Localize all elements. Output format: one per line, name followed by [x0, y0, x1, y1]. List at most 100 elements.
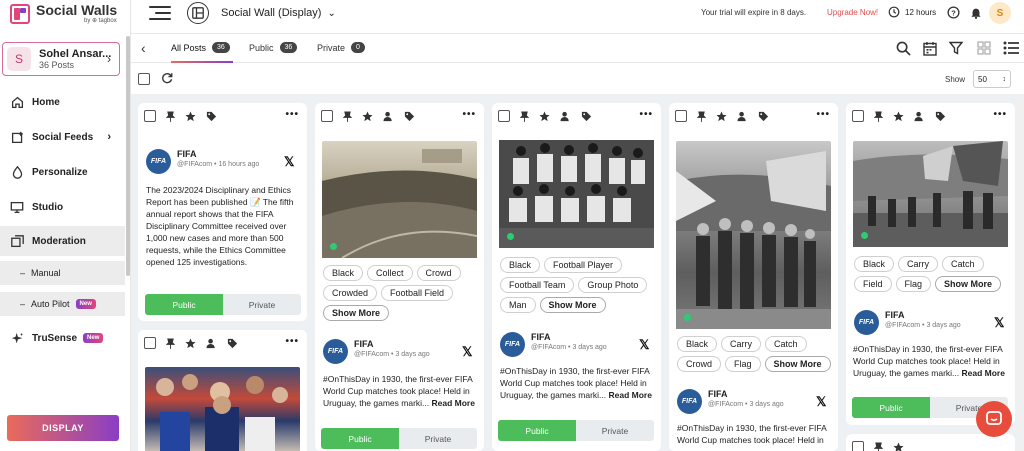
account-switcher[interactable]: S Sohel Ansar... 36 Posts › — [2, 42, 120, 76]
tag-chip[interactable]: Crowded — [323, 285, 378, 301]
tag-chip[interactable]: Catch — [942, 256, 984, 272]
post-image-crowd-celebration[interactable] — [145, 367, 300, 451]
star-icon[interactable] — [185, 337, 196, 349]
private-button[interactable]: Private — [576, 420, 654, 441]
tag-chip[interactable]: Flag — [725, 356, 761, 372]
post-card[interactable]: ••• Black Carry Catch Crowd Flag Show Mo… — [669, 103, 838, 451]
select-all-checkbox[interactable] — [138, 73, 150, 85]
post-image-stadium[interactable] — [322, 141, 477, 258]
filter-icon[interactable] — [948, 41, 964, 58]
sidebar-item-trusense[interactable]: TruSense New — [0, 323, 125, 353]
sidebar-scrollbar[interactable] — [126, 36, 130, 276]
post-card[interactable]: ••• Black Carry Catch Field Flag Show Mo… — [846, 103, 1015, 425]
tag-icon[interactable] — [206, 111, 217, 122]
post-checkbox[interactable] — [144, 337, 156, 349]
pin-icon[interactable] — [874, 111, 883, 122]
search-icon[interactable] — [896, 41, 911, 59]
public-button[interactable]: Public — [852, 397, 930, 418]
star-icon[interactable] — [539, 110, 550, 122]
tag-chip[interactable]: Flag — [895, 276, 932, 292]
brand-logo[interactable]: Social Walls by ⊕ tagbox — [10, 3, 117, 24]
refresh-icon[interactable] — [161, 72, 173, 87]
star-icon[interactable] — [893, 441, 904, 451]
tag-chip[interactable]: Collect — [367, 265, 413, 281]
tag-chip[interactable]: Crowd — [677, 356, 722, 372]
post-card[interactable]: ••• FIFA FIFA @FIFAcom • 16 hours ago 𝕏 … — [138, 103, 307, 321]
tag-icon[interactable] — [581, 111, 592, 122]
more-options-icon[interactable]: ••• — [639, 109, 653, 120]
grid-view-icon[interactable] — [977, 41, 991, 58]
post-image-flag-bearers[interactable] — [853, 141, 1008, 247]
user-tag-icon[interactable] — [560, 111, 571, 122]
post-card[interactable]: ••• Black Collect Crowd Crowded Football… — [315, 103, 484, 451]
post-card[interactable]: ••• Black Football Player Football Team — [492, 103, 661, 451]
sidebar-subitem-manual[interactable]: – Manual — [0, 261, 125, 285]
tag-chip[interactable]: Carry — [721, 336, 762, 352]
post-card[interactable]: ••• — [138, 330, 307, 451]
post-image-team-photo[interactable] — [499, 140, 654, 248]
post-checkbox[interactable] — [852, 441, 864, 451]
wall-selector[interactable]: Social Wall (Display) ⌄ — [221, 7, 336, 19]
tab-public[interactable]: Public 36 — [249, 42, 298, 53]
chat-support-button[interactable] — [976, 401, 1012, 437]
post-checkbox[interactable] — [675, 110, 687, 122]
tag-chip[interactable]: Man — [500, 297, 536, 313]
tag-icon[interactable] — [227, 338, 238, 349]
star-icon[interactable] — [185, 110, 196, 122]
sidebar-subitem-auto-pilot[interactable]: – Auto Pilot New — [0, 292, 125, 316]
tab-private[interactable]: Private 0 — [317, 42, 365, 53]
show-more-tags-button[interactable]: Show More — [764, 356, 831, 372]
menu-icon[interactable] — [149, 6, 171, 20]
star-icon[interactable] — [716, 110, 727, 122]
tag-icon[interactable] — [758, 111, 769, 122]
content-scrollbar[interactable] — [1018, 94, 1023, 451]
pin-icon[interactable] — [166, 338, 175, 349]
pin-icon[interactable] — [874, 442, 883, 451]
back-arrow-icon[interactable]: ‹ — [141, 40, 146, 56]
more-options-icon[interactable]: ••• — [816, 109, 830, 120]
tag-chip[interactable]: Football Player — [544, 257, 623, 273]
pin-icon[interactable] — [697, 111, 706, 122]
read-more-link[interactable]: Read More — [609, 390, 652, 400]
post-checkbox[interactable] — [498, 110, 510, 122]
tag-icon[interactable] — [404, 111, 415, 122]
tag-chip[interactable]: Football Team — [500, 277, 575, 293]
bell-icon[interactable] — [970, 6, 982, 22]
sidebar-item-moderation[interactable]: Moderation — [0, 226, 125, 256]
tag-chip[interactable]: Catch — [765, 336, 807, 352]
tag-chip[interactable]: Black — [854, 256, 895, 272]
public-button[interactable]: Public — [145, 294, 223, 315]
tag-chip[interactable]: Group Photo — [578, 277, 648, 293]
calendar-icon[interactable] — [923, 41, 937, 59]
more-options-icon[interactable]: ••• — [285, 336, 299, 347]
tag-chip[interactable]: Crowd — [416, 265, 461, 281]
tab-all-posts[interactable]: All Posts 36 — [171, 42, 230, 53]
sidebar-item-studio[interactable]: Studio — [0, 192, 125, 222]
sidebar-item-social-feeds[interactable]: Social Feeds › — [0, 122, 125, 152]
show-more-tags-button[interactable]: Show More — [323, 305, 390, 321]
pin-icon[interactable] — [166, 111, 175, 122]
tag-chip[interactable]: Black — [677, 336, 718, 352]
user-tag-icon[interactable] — [737, 111, 748, 122]
tag-chip[interactable]: Black — [323, 265, 364, 281]
public-button[interactable]: Public — [498, 420, 576, 441]
sidebar-item-home[interactable]: Home — [0, 87, 125, 117]
read-more-link[interactable]: Read More — [962, 368, 1005, 378]
tag-chip[interactable]: Field — [854, 276, 892, 292]
more-options-icon[interactable]: ••• — [993, 109, 1007, 120]
list-view-icon[interactable] — [1003, 41, 1019, 58]
post-checkbox[interactable] — [852, 110, 864, 122]
post-image-parade[interactable] — [676, 141, 831, 329]
more-options-icon[interactable]: ••• — [285, 109, 299, 120]
post-checkbox[interactable] — [144, 110, 156, 122]
display-button[interactable]: DISPLAY — [7, 415, 119, 441]
time-format-toggle[interactable]: 12 hours — [888, 6, 936, 18]
help-icon[interactable]: ? — [947, 6, 960, 22]
tag-icon[interactable] — [935, 111, 946, 122]
show-more-tags-button[interactable]: Show More — [935, 276, 1002, 292]
user-tag-icon[interactable] — [383, 111, 394, 122]
page-size-select[interactable]: 50 ↕ — [973, 70, 1011, 88]
upgrade-link[interactable]: Upgrade Now! — [827, 8, 878, 17]
more-options-icon[interactable]: ••• — [462, 109, 476, 120]
read-more-link[interactable]: Read More — [432, 398, 475, 408]
